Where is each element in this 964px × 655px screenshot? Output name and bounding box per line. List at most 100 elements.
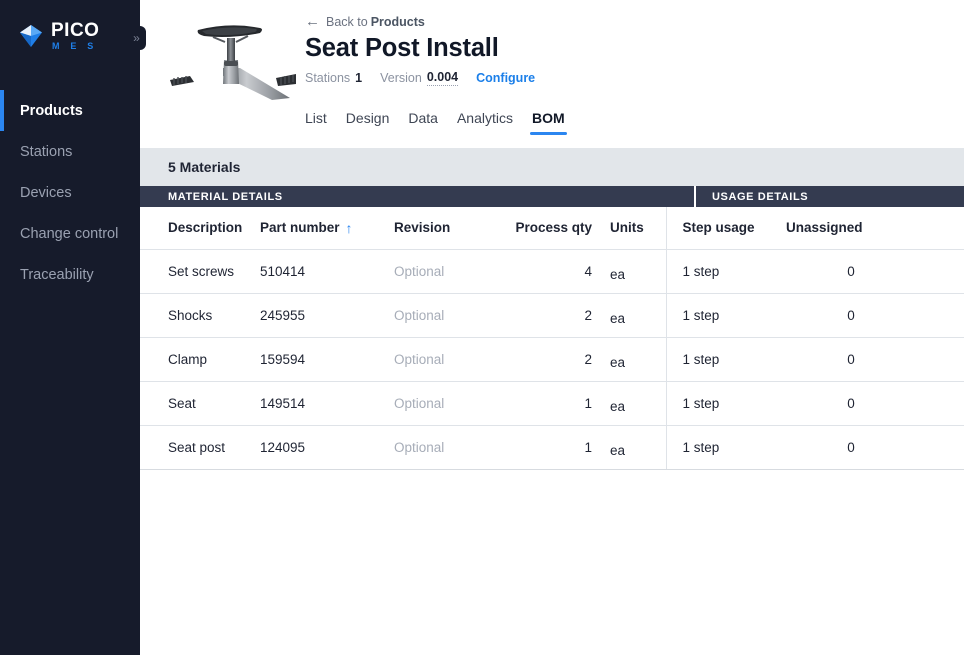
sidebar: PICO M E S » Products Stations Devices C… — [0, 0, 146, 655]
materials-count-bar: 5 Materials — [140, 148, 964, 186]
materials-table-body: Set screws 510414 Optional 4 ea 1 step 0… — [140, 249, 964, 470]
chevron-double-right-icon: » — [133, 31, 140, 45]
cell-units: ea — [610, 293, 666, 338]
sidebar-item-traceability[interactable]: Traceability — [0, 254, 140, 295]
brand-name-secondary: M E S — [52, 41, 98, 51]
sidebar-item-label: Products — [20, 102, 83, 119]
table-row[interactable]: Seat post 124095 Optional 1 ea 1 step 0 — [140, 425, 964, 470]
sidebar-item-devices[interactable]: Devices — [0, 172, 140, 213]
materials-table-head: Description Part number ↑ Revision Proce… — [140, 207, 964, 250]
version-label: Version — [380, 71, 422, 85]
arrow-left-icon: ← — [305, 13, 320, 30]
column-header-unassigned[interactable]: Unassigned — [786, 207, 964, 250]
cell-unassigned: 0 — [786, 249, 964, 294]
product-tabs: List Design Data Analytics BOM — [305, 110, 567, 135]
product-header: ← Back to Products Seat Post Install Sta… — [140, 0, 964, 148]
cell-unassigned: 0 — [786, 293, 964, 338]
sidebar-item-products[interactable]: Products — [0, 90, 140, 131]
page-title: Seat Post Install — [305, 34, 499, 62]
sidebar-nav: Products Stations Devices Change control… — [0, 90, 140, 295]
cell-process-qty: 4 — [500, 249, 610, 294]
product-header-text: ← Back to Products Seat Post Install Sta… — [305, 14, 535, 86]
cell-part-number: 159594 — [260, 337, 394, 382]
table-row[interactable]: Set screws 510414 Optional 4 ea 1 step 0 — [140, 249, 964, 294]
tab-design[interactable]: Design — [346, 110, 390, 135]
units-text: ea — [610, 442, 626, 458]
back-to-products-link[interactable]: ← Back to Products — [305, 14, 535, 29]
table-header-row: Description Part number ↑ Revision Proce… — [140, 207, 964, 250]
column-header-description[interactable]: Description — [140, 207, 260, 250]
materials-count-label: 5 Materials — [168, 159, 241, 175]
cell-description: Seat post — [140, 425, 260, 470]
stations-label: Stations — [305, 71, 351, 85]
column-header-process-qty[interactable]: Process qty — [500, 207, 610, 250]
cell-process-qty: 1 — [500, 425, 610, 470]
cell-units: ea — [610, 381, 666, 426]
version-value[interactable]: 0.004 — [426, 70, 459, 86]
cell-description: Set screws — [140, 249, 260, 294]
back-link-target: Products — [370, 14, 425, 29]
table-row[interactable]: Shocks 245955 Optional 2 ea 1 step 0 — [140, 293, 964, 338]
cell-revision: Optional — [394, 337, 500, 382]
sidebar-item-label: Traceability — [20, 266, 94, 283]
brand-logo[interactable]: PICO M E S — [0, 0, 140, 72]
sidebar-item-label: Change control — [20, 225, 119, 242]
stations-value: 1 — [355, 71, 363, 85]
cell-part-number: 149514 — [260, 381, 394, 426]
sidebar-item-label: Stations — [20, 143, 73, 160]
cell-revision: Optional — [394, 293, 500, 338]
sidebar-item-label: Devices — [20, 184, 72, 201]
materials-table: Description Part number ↑ Revision Proce… — [140, 207, 964, 470]
sidebar-collapse-button[interactable]: » — [126, 26, 146, 50]
cell-process-qty: 2 — [500, 337, 610, 382]
cell-units: ea — [610, 425, 666, 470]
sidebar-item-stations[interactable]: Stations — [0, 131, 140, 172]
brand-name-primary: PICO — [51, 20, 100, 41]
product-image — [168, 16, 296, 100]
column-header-revision[interactable]: Revision — [394, 207, 500, 250]
cell-part-number: 510414 — [260, 249, 394, 294]
tab-data[interactable]: Data — [408, 110, 438, 135]
sort-wrapper: Part number ↑ — [260, 220, 353, 235]
brand-wordmark: PICO M E S — [51, 21, 99, 51]
table-row[interactable]: Clamp 159594 Optional 2 ea 1 step 0 — [140, 337, 964, 382]
cell-step-usage: 1 step — [665, 381, 786, 426]
cell-description: Clamp — [140, 337, 260, 382]
cell-step-usage: 1 step — [665, 337, 786, 382]
table-section-headers: MATERIAL DETAILS USAGE DETAILS — [140, 186, 964, 207]
column-header-part-number[interactable]: Part number ↑ — [260, 207, 394, 250]
cell-unassigned: 0 — [786, 425, 964, 470]
tab-list[interactable]: List — [305, 110, 327, 135]
cell-part-number: 124095 — [260, 425, 394, 470]
units-text: ea — [610, 398, 626, 414]
cell-revision: Optional — [394, 425, 500, 470]
section-header-usage-details: USAGE DETAILS — [696, 186, 964, 207]
cell-units: ea — [610, 337, 666, 382]
cell-step-usage: 1 step — [665, 425, 786, 470]
tab-bom[interactable]: BOM — [530, 110, 567, 135]
units-text: ea — [610, 310, 626, 326]
sort-ascending-icon: ↑ — [345, 219, 353, 236]
cell-description: Shocks — [140, 293, 260, 338]
sidebar-item-change-control[interactable]: Change control — [0, 213, 140, 254]
pico-diamond-icon — [18, 23, 44, 49]
section-label: MATERIAL DETAILS — [168, 190, 283, 203]
app-root: PICO M E S » Products Stations Devices C… — [0, 0, 964, 655]
cell-units: ea — [610, 249, 666, 294]
cell-description: Seat — [140, 381, 260, 426]
main-content: ← Back to Products Seat Post Install Sta… — [140, 0, 964, 655]
tab-analytics[interactable]: Analytics — [457, 110, 513, 135]
cell-revision: Optional — [394, 249, 500, 294]
units-text: ea — [610, 266, 626, 282]
cell-part-number: 245955 — [260, 293, 394, 338]
units-text: ea — [610, 354, 626, 370]
column-header-units[interactable]: Units — [610, 207, 666, 250]
cell-unassigned: 0 — [786, 337, 964, 382]
configure-link[interactable]: Configure — [476, 71, 535, 85]
cell-unassigned: 0 — [786, 381, 964, 426]
cell-step-usage: 1 step — [665, 293, 786, 338]
column-header-step-usage[interactable]: Step usage — [665, 207, 786, 250]
table-row[interactable]: Seat 149514 Optional 1 ea 1 step 0 — [140, 381, 964, 426]
product-meta: Stations 1 Version 0.004 Configure — [305, 70, 535, 86]
section-label: USAGE DETAILS — [712, 190, 809, 203]
